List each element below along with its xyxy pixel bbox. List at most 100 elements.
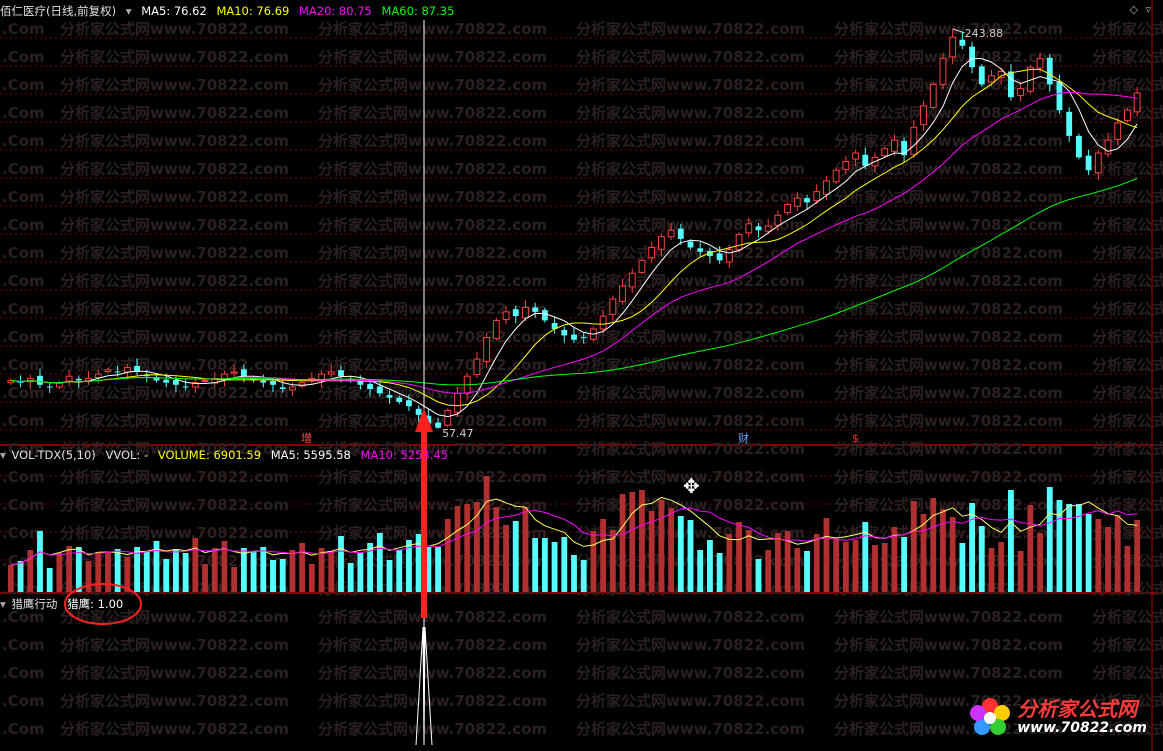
- watermark-text: 分析家公式网www.70822.com: [576, 636, 805, 654]
- candle-body: [697, 248, 704, 252]
- volume-bar: [56, 553, 63, 592]
- watermark-text: .Com: [2, 132, 45, 150]
- candle-body: [1017, 88, 1025, 97]
- candle-body: [949, 36, 957, 58]
- chevron-down-icon[interactable]: ▾: [0, 448, 6, 462]
- watermark-text: 分析家公式网www.70822.com: [318, 468, 547, 486]
- watermark-text: .Com: [2, 468, 45, 486]
- watermark-text: 分析家公式网www.70822.com: [318, 20, 547, 38]
- watermark-text: 分析家公式网www.70822.com: [60, 76, 289, 94]
- watermark-text: 分析家公式网www.70822.com: [1092, 524, 1163, 542]
- watermark-text: 分析家公式网www.70822.com: [834, 356, 1063, 374]
- watermark-text: 分析家公式网www.70822.com: [60, 328, 289, 346]
- volume-bar: [318, 548, 325, 592]
- watermark-text: 分析家公式网www.70822.com: [1092, 132, 1163, 150]
- candle-body: [580, 337, 587, 339]
- watermark-text: 分析家公式网www.70822.com: [834, 440, 1063, 458]
- candle-body: [1008, 71, 1014, 98]
- volume-bar: [493, 507, 500, 592]
- candle-body: [648, 246, 656, 259]
- candle-body: [1075, 135, 1082, 158]
- watermark-text: 分析家公式网www.70822.com: [1092, 160, 1163, 178]
- volume-bar: [46, 568, 53, 592]
- chevron-down-icon[interactable]: ▾: [126, 4, 132, 18]
- candle-body: [1066, 111, 1073, 136]
- volume-bar: [852, 540, 859, 592]
- site-logo: 分析家公式网 www.70822.com: [967, 697, 1147, 737]
- volume-bar: [182, 553, 189, 592]
- watermark-text: 分析家公式网www.70822.com: [1092, 20, 1163, 38]
- watermark-text: 分析家公式网www.70822.com: [576, 412, 805, 430]
- window-controls: ◇ ▿: [1130, 3, 1152, 16]
- watermark-text: 分析家公式网www.70822.com: [834, 188, 1063, 206]
- candle-body: [65, 375, 73, 382]
- volume-bar: [522, 507, 529, 592]
- watermark-text: 分析家公式网www.70822.com: [60, 132, 289, 150]
- watermark-text: 分析家公式网www.70822.com: [1092, 244, 1163, 262]
- volume-bar: [765, 550, 772, 592]
- watermark-text: 分析家公式网www.70822.com: [576, 328, 805, 346]
- candle-body: [1133, 92, 1141, 113]
- watermark-text: 分析家公式网www.70822.com: [60, 20, 289, 38]
- candle-body: [94, 373, 102, 378]
- stock-title: 佰仁医疗(日线,前复权): [0, 4, 117, 18]
- watermark-text: 分析家公式网www.70822.com: [576, 104, 805, 122]
- chart-stage: .Com 分析家公式网www.70822.com 分析家公式网www.70822.c…: [0, 0, 1163, 751]
- volume-bar: [27, 550, 34, 592]
- volume-bar: [590, 531, 597, 592]
- triangle-icon[interactable]: ▿: [1145, 3, 1151, 16]
- watermark-text: 分析家公式网www.70822.com: [60, 216, 289, 234]
- candle-body: [163, 379, 170, 383]
- candle-body: [240, 369, 247, 377]
- candle-body: [396, 397, 403, 402]
- low-price-label: 57.47: [442, 427, 474, 440]
- watermark-text: 分析家公式网www.70822.com: [834, 20, 1063, 38]
- candle-body: [75, 378, 82, 381]
- volume-bar: [580, 560, 587, 592]
- candle-body: [270, 380, 276, 385]
- watermark-text: 分析家公式网www.70822.com: [60, 692, 289, 710]
- candle-body: [435, 422, 441, 428]
- watermark-text: 分析家公式网www.70822.com: [318, 272, 547, 290]
- volume-bar: [872, 545, 878, 592]
- candle-body: [657, 236, 665, 250]
- candle-body: [638, 259, 646, 273]
- volume-bar: [998, 542, 1005, 592]
- volume-bar: [658, 500, 665, 592]
- ma5-label: MA5: 76.62: [141, 4, 207, 18]
- volume-bar: [279, 559, 286, 592]
- chevron-down-icon[interactable]: ▾: [0, 597, 6, 611]
- watermark-text: .Com: [2, 636, 45, 654]
- volume-bar: [1008, 490, 1014, 592]
- candle-body: [842, 161, 850, 170]
- volume-bar: [435, 547, 441, 592]
- volume-bar: [173, 549, 179, 592]
- volume-bar: [881, 543, 888, 592]
- watermark-text: 分析家公式网www.70822.com: [576, 20, 805, 38]
- candle-body: [338, 370, 344, 377]
- volume-bar: [813, 534, 820, 592]
- volume-bar: [629, 492, 636, 592]
- volume-bar: [95, 554, 102, 592]
- candle-body: [1046, 57, 1053, 85]
- volume-bar: [338, 536, 344, 592]
- volume-bar: [105, 552, 111, 592]
- watermark-text: .Com: [2, 356, 45, 374]
- candle-body: [735, 234, 743, 251]
- volume-bar: [328, 551, 335, 592]
- volume-bar: [1085, 514, 1092, 592]
- volume-bar: [677, 516, 684, 592]
- watermark-text: 分析家公式网www.70822.com: [1092, 356, 1163, 374]
- candle-body: [123, 367, 131, 373]
- candle-body: [386, 395, 393, 398]
- candle-body: [677, 228, 684, 239]
- watermark-text: 分析家公式网www.70822.com: [318, 664, 547, 682]
- volume-bar: [1046, 487, 1053, 592]
- watermark-text: 分析家公式网www.70822.com: [1092, 440, 1163, 458]
- watermark-text: 分析家公式网www.70822.com: [834, 160, 1063, 178]
- candle-body: [755, 226, 762, 231]
- watermark-text: 分析家公式网www.70822.com: [576, 48, 805, 66]
- watermark-text: 分析家公式网www.70822.com: [318, 160, 547, 178]
- volume-bar: [37, 531, 43, 592]
- diamond-icon[interactable]: ◇: [1130, 3, 1138, 16]
